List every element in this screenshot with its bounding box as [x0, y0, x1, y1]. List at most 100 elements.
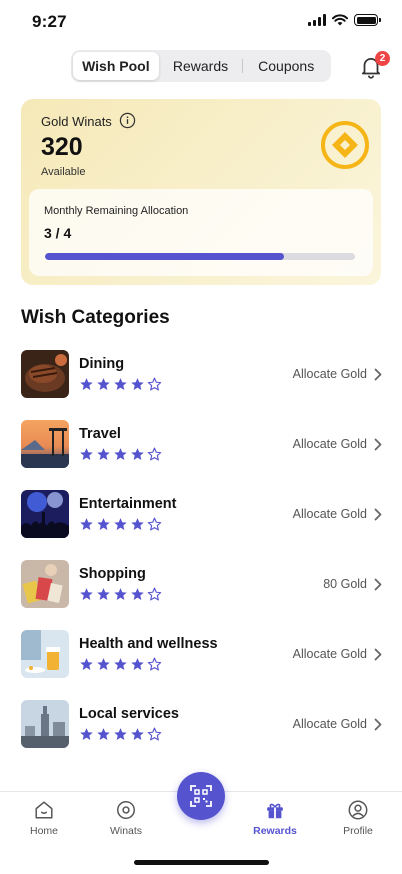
allocate-action[interactable]: Allocate Gold — [293, 437, 367, 451]
category-row-local-services[interactable]: Local services Allocate Gold — [0, 690, 402, 760]
star-filled-icon — [131, 518, 144, 530]
gold-coin-icon — [321, 121, 369, 169]
allocate-action[interactable]: Allocate Gold — [293, 367, 367, 381]
star-filled-icon — [97, 658, 110, 670]
allocation-progress-fill — [45, 253, 284, 260]
star-filled-icon — [80, 728, 93, 740]
coin-icon — [117, 801, 135, 819]
segmented-tabs: Wish Pool Rewards Coupons — [71, 50, 331, 82]
star-filled-icon — [131, 448, 144, 460]
rating-stars — [79, 517, 162, 532]
category-row-health[interactable]: Health and wellness Allocate Gold — [0, 620, 402, 690]
chevron-right-icon — [374, 648, 382, 661]
gold-label: Gold Winats — [41, 114, 112, 129]
qr-scan-icon — [190, 785, 212, 807]
tabbar-label: Profile — [343, 825, 373, 837]
star-filled-icon — [114, 728, 127, 740]
tabbar-label: Rewards — [253, 825, 297, 837]
chevron-right-icon — [374, 718, 382, 731]
dining-image — [21, 350, 69, 398]
travel-image — [21, 420, 69, 468]
star-filled-icon — [114, 448, 127, 460]
star-filled-icon — [97, 728, 110, 740]
allocation-progress-bar — [45, 253, 355, 260]
tab-wish-pool[interactable]: Wish Pool — [73, 52, 159, 80]
star-filled-icon — [80, 588, 93, 600]
section-title: Wish Categories — [21, 307, 170, 328]
allocate-action[interactable]: Allocate Gold — [293, 507, 367, 521]
chevron-right-icon — [374, 438, 382, 451]
star-filled-icon — [80, 518, 93, 530]
shopping-image — [21, 560, 69, 608]
tab-coupons[interactable]: Coupons — [243, 52, 329, 80]
star-filled-icon — [114, 518, 127, 530]
category-name: Dining — [79, 356, 125, 372]
health-image — [21, 630, 69, 678]
star-filled-icon — [80, 658, 93, 670]
home-icon — [35, 801, 53, 819]
tabbar-rewards[interactable]: Rewards — [245, 792, 305, 842]
gold-balance-card: Gold Winats 320 Available Monthly Remain… — [21, 99, 381, 285]
star-filled-icon — [97, 518, 110, 530]
gift-icon — [267, 803, 283, 819]
star-filled-icon — [80, 448, 93, 460]
category-row-dining[interactable]: Dining Allocate Gold — [0, 340, 402, 410]
star-empty-icon — [147, 727, 162, 741]
status-time: 9:27 — [32, 12, 67, 31]
allocation-box: Monthly Remaining Allocation 3 / 4 — [29, 189, 373, 276]
category-name: Health and wellness — [79, 636, 218, 652]
category-name: Shopping — [79, 566, 146, 582]
tab-rewards[interactable]: Rewards — [159, 52, 243, 80]
rating-stars — [79, 377, 162, 392]
local-services-image — [21, 700, 69, 748]
profile-icon — [348, 800, 368, 820]
rating-stars — [79, 587, 162, 602]
star-empty-icon — [147, 447, 162, 461]
star-filled-icon — [97, 588, 110, 600]
star-filled-icon — [114, 658, 127, 670]
status-bar: 9:27 — [0, 0, 402, 44]
info-icon[interactable] — [119, 112, 136, 129]
category-row-entertainment[interactable]: Entertainment Allocate Gold — [0, 480, 402, 550]
allocation-value: 3 / 4 — [44, 225, 72, 241]
tabbar-profile[interactable]: Profile — [328, 792, 388, 842]
category-name: Travel — [79, 426, 121, 442]
star-filled-icon — [131, 378, 144, 390]
star-filled-icon — [97, 448, 110, 460]
chevron-right-icon — [374, 368, 382, 381]
gold-amount[interactable]: 80 Gold — [323, 577, 367, 591]
gold-value: 320 — [41, 133, 83, 161]
category-row-travel[interactable]: Travel Allocate Gold — [0, 410, 402, 480]
qr-scan-button[interactable] — [177, 772, 225, 820]
tabbar-label: Winats — [109, 825, 143, 837]
category-row-shopping[interactable]: Shopping 80 Gold — [0, 550, 402, 620]
allocation-label: Monthly Remaining Allocation — [44, 205, 189, 217]
star-filled-icon — [131, 588, 144, 600]
chevron-right-icon — [374, 578, 382, 591]
tabbar-label: Home — [29, 825, 58, 837]
notification-badge: 2 — [375, 51, 390, 66]
star-filled-icon — [131, 658, 144, 670]
allocate-action[interactable]: Allocate Gold — [293, 717, 367, 731]
star-filled-icon — [80, 378, 93, 390]
rating-stars — [79, 447, 162, 462]
star-filled-icon — [131, 728, 144, 740]
category-name: Local services — [79, 706, 179, 722]
star-filled-icon — [97, 378, 110, 390]
status-icons — [308, 14, 381, 26]
entertainment-image — [21, 490, 69, 538]
allocate-action[interactable]: Allocate Gold — [293, 647, 367, 661]
wifi-icon — [332, 14, 348, 26]
home-indicator — [134, 860, 269, 865]
star-empty-icon — [147, 517, 162, 531]
tabbar-home[interactable]: Home — [14, 792, 74, 842]
rating-stars — [79, 657, 162, 672]
star-filled-icon — [114, 588, 127, 600]
star-empty-icon — [147, 657, 162, 671]
chevron-right-icon — [374, 508, 382, 521]
tabbar-winats[interactable]: Winats — [96, 792, 156, 842]
battery-icon — [354, 14, 381, 26]
gold-available-label: Available — [41, 166, 86, 178]
star-empty-icon — [147, 587, 162, 601]
category-name: Entertainment — [79, 496, 177, 512]
